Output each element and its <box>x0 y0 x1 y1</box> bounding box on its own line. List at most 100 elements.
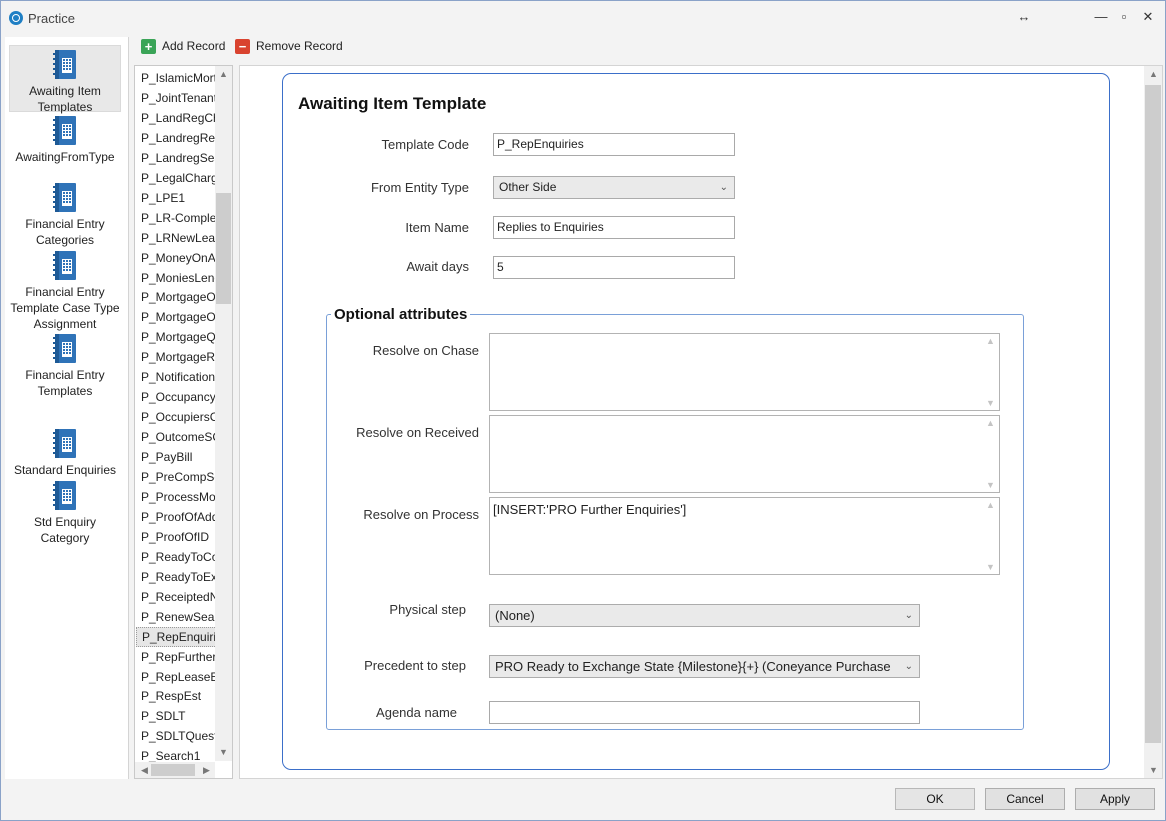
list-item[interactable]: P_OccupiersCo <box>141 407 217 427</box>
resolve-on-process-label: Resolve on Process <box>363 507 479 522</box>
list-item[interactable]: P_PayBill <box>141 447 217 467</box>
list-item[interactable]: P_ProcessMor <box>141 487 217 507</box>
sidebar-item-label: Financial Entry Templates <box>25 368 105 398</box>
record-list-hscroll-thumb[interactable] <box>151 764 195 776</box>
list-item[interactable]: P_MortgageRe <box>141 347 217 367</box>
list-item[interactable]: P_MoniesLenc <box>141 268 217 288</box>
resize-icon[interactable]: ↔ <box>1013 9 1035 25</box>
record-toolbar: + Add Record − Remove Record <box>134 34 348 58</box>
book-icon <box>52 428 78 460</box>
list-item[interactable]: P_LandregReg <box>141 128 217 148</box>
sidebar-item-financial-entry-template-case-type-assignment[interactable]: Financial Entry Template Case Type Assig… <box>9 250 121 332</box>
close-button[interactable]: ✕ <box>1137 9 1159 25</box>
list-item[interactable]: P_LegalCharge <box>141 168 217 188</box>
sidebar-item-awaiting-from-type[interactable]: AwaitingFromType <box>9 115 121 165</box>
detail-scroll-up-icon[interactable]: ▲ <box>1146 69 1161 79</box>
template-code-input[interactable]: P_RepEnquiries <box>493 133 735 156</box>
physical-step-select[interactable]: (None) ⌄ <box>489 604 920 627</box>
sidebar-item-awaiting-item-templates[interactable]: Awaiting Item Templates <box>9 45 121 114</box>
list-item[interactable]: P_ProofOfAdd <box>141 507 217 527</box>
list-item[interactable]: P_MoneyOnAc <box>141 248 217 268</box>
scroll-down-icon[interactable]: ▼ <box>986 398 995 408</box>
list-item-selected[interactable]: P_RepEnquirie <box>136 626 217 647</box>
list-item[interactable]: P_RespEst <box>141 686 217 706</box>
scroll-up-icon[interactable]: ▲ <box>986 500 995 510</box>
chevron-down-icon: ⌄ <box>719 182 728 193</box>
list-item[interactable]: P_LRNewLease <box>141 228 217 248</box>
book-icon <box>52 333 78 365</box>
remove-record-button[interactable]: − Remove Record <box>235 36 343 56</box>
agenda-name-input[interactable] <box>489 701 920 724</box>
scroll-up-icon[interactable]: ▲ <box>216 69 231 79</box>
detail-scroll-thumb[interactable] <box>1145 85 1161 743</box>
await-days-label: Await days <box>406 259 469 274</box>
list-item[interactable]: P_Notification <box>141 367 217 387</box>
textarea-scrollbar[interactable]: ▲ ▼ <box>982 334 999 410</box>
resolve-on-process-textarea[interactable]: [INSERT:'PRO Further Enquiries'] ▲ ▼ <box>489 497 1000 575</box>
list-item[interactable]: P_ReadyToExc <box>141 567 217 587</box>
list-item[interactable]: P_MortgageO <box>141 287 217 307</box>
list-item[interactable]: P_LR-Complet <box>141 208 217 228</box>
sidebar-item-label: Financial Entry Template Case Type Assig… <box>10 285 120 331</box>
list-item[interactable]: P_MortgageQ <box>141 327 217 347</box>
scroll-left-icon[interactable]: ◀ <box>137 765 152 776</box>
list-item[interactable]: P_ProofOfID <box>141 527 217 547</box>
list-item[interactable]: P_JointTenants <box>141 88 217 108</box>
remove-record-label: Remove Record <box>256 39 343 53</box>
list-item[interactable]: P_ReceiptedN <box>141 587 217 607</box>
list-item[interactable]: P_IslamicMort <box>141 68 217 88</box>
sidebar-item-std-enquiry-category[interactable]: Std Enquiry Category <box>9 480 121 546</box>
sidebar-item-standard-enquiries[interactable]: Standard Enquiries <box>9 428 121 478</box>
sidebar-item-financial-entry-categories[interactable]: Financial Entry Categories <box>9 182 121 248</box>
list-item[interactable]: P_MortgageO <box>141 307 217 327</box>
scroll-right-icon[interactable]: ▶ <box>199 765 214 776</box>
resolve-on-received-textarea[interactable]: ▲ ▼ <box>489 415 1000 493</box>
sidebar-item-financial-entry-templates[interactable]: Financial Entry Templates <box>9 333 121 399</box>
scroll-up-icon[interactable]: ▲ <box>986 336 995 346</box>
list-item[interactable]: P_ReadyToCor <box>141 547 217 567</box>
list-item[interactable]: P_OutcomeSC <box>141 427 217 447</box>
precedent-to-step-select[interactable]: PRO Ready to Exchange State {Milestone}{… <box>489 655 920 678</box>
scroll-down-icon[interactable]: ▼ <box>986 480 995 490</box>
scroll-down-icon[interactable]: ▼ <box>986 562 995 572</box>
navigation-sidebar: Awaiting Item Templates AwaitingFromType… <box>5 37 129 779</box>
list-item[interactable]: P_SDLT <box>141 706 217 726</box>
from-entity-type-select[interactable]: Other Side ⌄ <box>493 176 735 199</box>
minimize-button[interactable]: — <box>1090 9 1112 25</box>
list-item[interactable]: P_RepFurtherE <box>141 647 217 667</box>
sidebar-item-label: Financial Entry Categories <box>25 217 105 247</box>
resolve-on-received-label: Resolve on Received <box>356 425 479 440</box>
record-list-vertical-scrollbar[interactable] <box>215 66 232 761</box>
list-item[interactable]: P_PreCompSe <box>141 467 217 487</box>
ok-button[interactable]: OK <box>895 788 975 810</box>
scroll-up-icon[interactable]: ▲ <box>986 418 995 428</box>
maximize-button[interactable]: ▫ <box>1113 9 1135 25</box>
textarea-scrollbar[interactable]: ▲ ▼ <box>982 498 999 574</box>
list-item[interactable]: P_OccupancyD <box>141 387 217 407</box>
form-title: Awaiting Item Template <box>298 94 487 113</box>
physical-step-label: Physical step <box>389 602 466 617</box>
resolve-on-chase-textarea[interactable]: ▲ ▼ <box>489 333 1000 411</box>
list-item[interactable]: P_LandRegCha <box>141 108 217 128</box>
detail-scroll-down-icon[interactable]: ▼ <box>1146 765 1161 775</box>
record-list-scroll-thumb[interactable] <box>216 193 231 304</box>
list-item[interactable]: P_SDLTQuesti <box>141 726 217 746</box>
item-name-input[interactable]: Replies to Enquiries <box>493 216 735 239</box>
await-days-input[interactable]: 5 <box>493 256 735 279</box>
list-item[interactable]: P_RepLeaseEn <box>141 667 217 687</box>
sidebar-item-label: Standard Enquiries <box>13 463 117 477</box>
list-item[interactable]: P_RenewSearc <box>141 607 217 627</box>
apply-button[interactable]: Apply <box>1075 788 1155 810</box>
book-icon <box>52 250 78 282</box>
add-record-button[interactable]: + Add Record <box>141 36 225 56</box>
optional-attributes-title: Optional attributes <box>331 306 471 323</box>
scroll-down-icon[interactable]: ▼ <box>216 747 231 757</box>
list-item[interactable]: P_LandregSea <box>141 148 217 168</box>
title-bar: Practice ↔ — ▫ ✕ <box>1 1 1165 33</box>
list-item[interactable]: P_LPE1 <box>141 188 217 208</box>
from-entity-type-value: Other Side <box>499 180 557 194</box>
window-title: Practice <box>28 11 75 26</box>
textarea-scrollbar[interactable]: ▲ ▼ <box>982 416 999 492</box>
cancel-button[interactable]: Cancel <box>985 788 1065 810</box>
chevron-down-icon: ⌄ <box>901 656 913 677</box>
